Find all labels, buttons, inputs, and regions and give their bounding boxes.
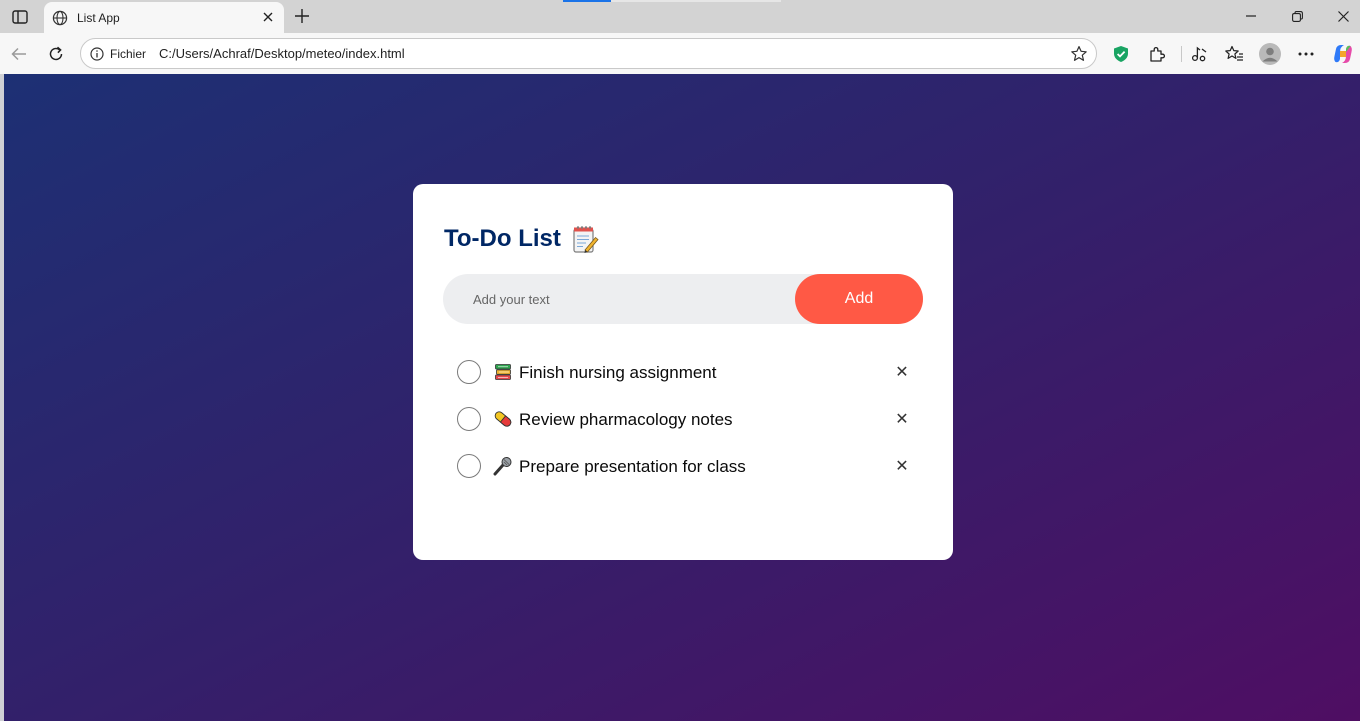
add-button[interactable]: Add [795,274,923,324]
app-title-text: To-Do List [444,225,561,252]
task-checkbox[interactable] [457,407,481,431]
browser-tab-active[interactable]: List App [44,2,284,33]
close-window-button[interactable] [1328,5,1358,27]
todo-card: To-Do List Add your text Add Finish nurs… [413,184,953,560]
task-text: Finish nursing assignment [519,363,717,382]
toolbar-separator [1181,46,1182,62]
browser-toolbar: Fichier C:/Users/Achraf/Desktop/meteo/in… [0,33,1360,74]
delete-icon[interactable]: ✕ [893,457,911,475]
tab-strip-accent [563,0,611,2]
delete-icon[interactable]: ✕ [893,363,911,381]
new-tab-button[interactable] [290,5,314,27]
extensions-puzzle-icon[interactable] [1146,43,1168,65]
favorite-star-icon[interactable] [1070,45,1088,63]
task-item[interactable]: Review pharmacology notes ✕ [457,406,917,453]
tab-actions-menu-button[interactable] [8,6,32,28]
task-input[interactable] [443,274,795,324]
task-checkbox[interactable] [457,454,481,478]
task-text: Review pharmacology notes [519,410,733,429]
copilot-icon[interactable] [1332,43,1354,65]
restore-button[interactable] [1282,5,1312,27]
task-text: Prepare presentation for class [519,457,746,476]
restore-icon [1291,10,1303,22]
app-title: To-Do List [444,224,599,254]
favorites-icon[interactable] [1223,43,1245,65]
plus-icon [295,9,309,23]
microphone-icon [493,456,513,476]
task-item[interactable]: Prepare presentation for class ✕ [457,453,917,500]
address-bar[interactable]: Fichier C:/Users/Achraf/Desktop/meteo/in… [80,38,1097,69]
shield-extension-icon[interactable] [1110,43,1132,65]
avatar-icon [1259,43,1281,65]
address-url[interactable]: C:/Users/Achraf/Desktop/meteo/index.html [159,46,405,61]
arrow-left-icon [11,47,26,61]
reload-icon [49,46,63,61]
task-checkbox[interactable] [457,360,481,384]
scheme-label: Fichier [110,47,147,61]
vertical-tabs-icon [12,10,28,24]
task-list: Finish nursing assignment ✕ Review pharm… [457,359,917,500]
info-icon[interactable] [89,46,105,62]
more-horizontal-icon [1298,52,1314,56]
tab-strip-highlight [611,0,781,2]
task-input-row: Add [443,274,923,324]
reload-button[interactable] [44,42,68,66]
profile-avatar[interactable] [1259,43,1281,65]
tab-close-icon[interactable] [260,9,276,25]
notepad-icon [571,224,599,254]
page-background: To-Do List Add your text Add Finish nurs… [4,74,1360,721]
delete-icon[interactable]: ✕ [893,410,911,428]
globe-icon [51,9,69,27]
close-icon [1337,10,1349,22]
tab-title: List App [77,10,120,25]
media-control-icon[interactable] [1188,43,1210,65]
more-menu-button[interactable] [1295,43,1317,65]
minimize-icon [1246,15,1256,17]
back-button[interactable] [7,42,31,66]
pill-icon [493,409,513,429]
tab-strip: List App [0,0,1360,33]
books-icon [493,362,513,382]
minimize-button[interactable] [1236,5,1266,27]
task-item[interactable]: Finish nursing assignment ✕ [457,359,917,406]
